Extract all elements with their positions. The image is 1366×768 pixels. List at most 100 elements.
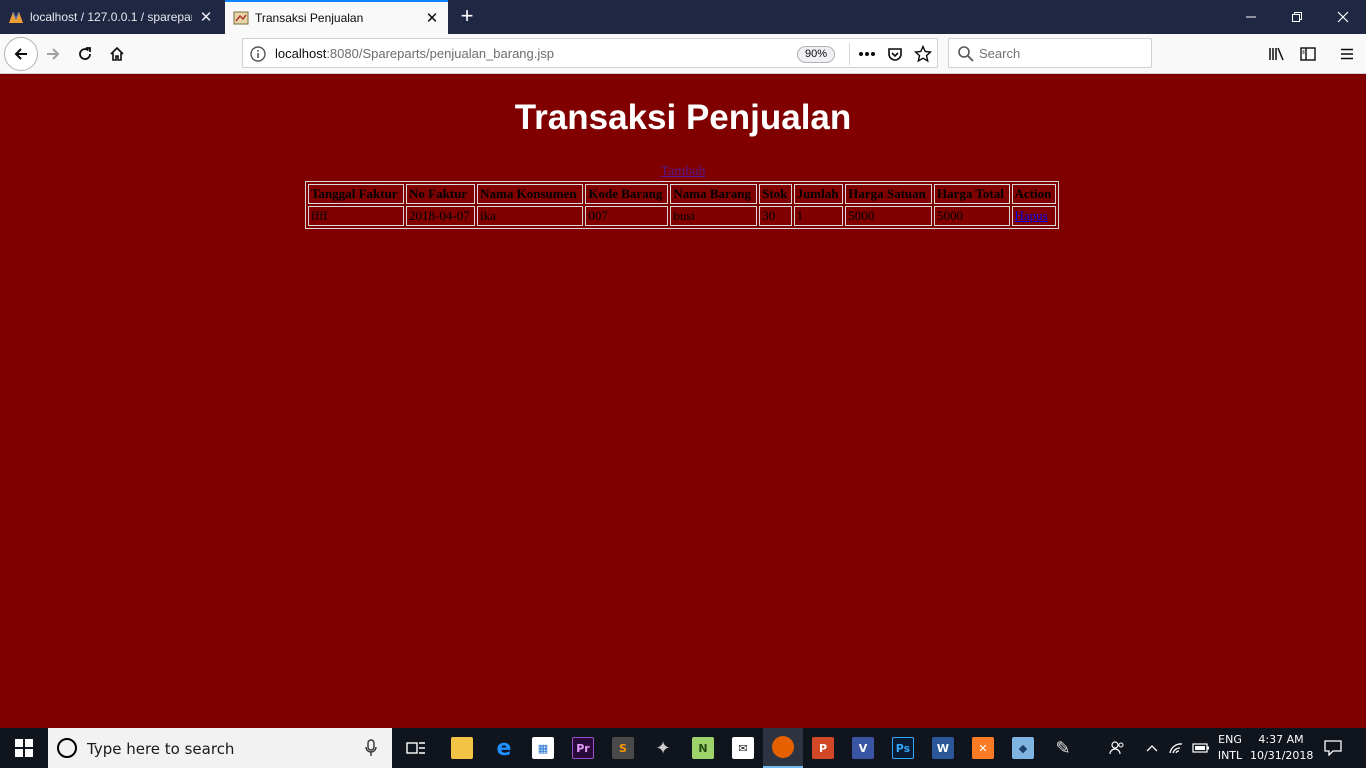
- home-button[interactable]: [102, 39, 132, 69]
- hamburger-menu-icon: [1341, 48, 1353, 60]
- tab-close-icon[interactable]: ✕: [424, 10, 440, 26]
- library-icon: [1269, 47, 1284, 61]
- header-kode-barang: Kode Barang: [585, 184, 669, 204]
- delete-link[interactable]: Hapus: [1015, 208, 1048, 223]
- add-link[interactable]: Tambah: [0, 164, 1366, 180]
- zoom-level-badge[interactable]: 90%: [797, 46, 835, 63]
- tab-phpmyadmin[interactable]: localhost / 127.0.0.1 / spareparts ✕: [0, 0, 222, 34]
- page-title: Transaksi Penjualan: [514, 98, 852, 137]
- language-code: ENG: [1218, 733, 1242, 746]
- xampp-icon[interactable]: ✕: [963, 728, 1003, 768]
- cell-harga-satuan: 5000: [845, 206, 932, 226]
- bookmark-star-icon[interactable]: [913, 44, 933, 64]
- header-stok: Stok: [759, 184, 792, 204]
- restore-icon[interactable]: [1274, 0, 1320, 34]
- paint-icon[interactable]: ✎: [1043, 728, 1083, 768]
- bird-app-icon[interactable]: ✦: [643, 728, 683, 768]
- page-content: Transaksi Penjualan Tambah Tanggal Faktu…: [0, 74, 1366, 728]
- tab-close-icon[interactable]: ✕: [198, 9, 214, 25]
- people-icon[interactable]: [1104, 728, 1130, 768]
- cell-tanggal-faktur: ffff: [308, 206, 404, 226]
- tab-title: localhost / 127.0.0.1 / spareparts: [30, 10, 192, 24]
- address-bar[interactable]: localhost:8080/Spareparts/penjualan_bara…: [242, 38, 938, 68]
- windows-taskbar: Type here to search e ▦ Pr S ✦ N ✉ P V P…: [0, 728, 1366, 768]
- cell-stok: 30: [759, 206, 792, 226]
- cell-harga-total: 5000: [933, 206, 1010, 226]
- header-harga-total: Harga Total: [933, 184, 1010, 204]
- sublime-icon[interactable]: S: [603, 728, 643, 768]
- header-action: Action: [1011, 184, 1056, 204]
- notepad-plus-icon[interactable]: N: [683, 728, 723, 768]
- browser-titlebar: localhost / 127.0.0.1 / spareparts ✕ Tra…: [0, 0, 1366, 34]
- sidebar-icon: [1300, 47, 1316, 61]
- clock-date: 10/31/2018: [1250, 749, 1314, 762]
- library-button[interactable]: [1262, 39, 1292, 69]
- phpmyadmin-icon: [8, 9, 24, 25]
- photoshop-icon[interactable]: Ps: [883, 728, 923, 768]
- tab-title: Transaksi Penjualan: [255, 11, 364, 25]
- sidebar-button[interactable]: [1293, 39, 1323, 69]
- search-bar[interactable]: [948, 38, 1152, 68]
- task-view-icon[interactable]: [396, 728, 436, 768]
- url-host: localhost: [275, 46, 327, 61]
- keyboard-layout: INTL: [1217, 749, 1243, 762]
- cell-jumlah: 1: [793, 206, 844, 226]
- input-language[interactable]: ENG INTL: [1212, 732, 1248, 764]
- edge-icon[interactable]: e: [484, 728, 524, 768]
- header-nama-konsumen: Nama Konsumen: [477, 184, 584, 204]
- forward-button[interactable]: [38, 39, 68, 69]
- start-button[interactable]: [0, 728, 48, 768]
- search-input[interactable]: [979, 43, 1147, 63]
- system-clock[interactable]: 4:37 AM 10/31/2018: [1250, 732, 1314, 764]
- sales-table: Tanggal Faktur No Faktur Nama Konsumen K…: [305, 181, 1059, 229]
- action-center-icon[interactable]: [1320, 728, 1346, 768]
- header-no-faktur: No Faktur: [406, 184, 476, 204]
- file-explorer-icon[interactable]: [442, 728, 482, 768]
- cell-nama-barang: busi: [670, 206, 758, 226]
- info-icon[interactable]: [249, 45, 267, 63]
- close-window-icon[interactable]: [1320, 0, 1366, 34]
- reload-icon: [79, 47, 91, 60]
- header-tanggal-faktur: Tanggal Faktur: [308, 184, 404, 204]
- menu-button[interactable]: [1332, 39, 1362, 69]
- virtualbox-icon[interactable]: ◆: [1003, 728, 1043, 768]
- cell-kode-barang: 007: [585, 206, 669, 226]
- microphone-icon[interactable]: [364, 739, 378, 757]
- page-favicon-icon: [233, 10, 249, 26]
- mail-icon[interactable]: ✉: [723, 728, 763, 768]
- page-actions-icon[interactable]: [857, 44, 877, 64]
- url-separator: [849, 43, 850, 65]
- search-icon: [957, 45, 975, 63]
- firefox-icon[interactable]: [763, 728, 803, 768]
- word-icon[interactable]: W: [923, 728, 963, 768]
- windows-logo-icon: [15, 739, 33, 757]
- store-icon[interactable]: ▦: [523, 728, 563, 768]
- cortana-icon: [57, 738, 77, 758]
- header-jumlah: Jumlah: [793, 184, 844, 204]
- taskbar-search-box[interactable]: Type here to search: [48, 728, 392, 768]
- back-arrow-icon: [14, 48, 27, 60]
- table-row: ffff 2018-04-07 ika 007 busi 30 1 5000 5…: [308, 206, 1056, 226]
- minimize-icon[interactable]: [1228, 0, 1274, 34]
- visio-icon[interactable]: V: [843, 728, 883, 768]
- cell-no-faktur: 2018-04-07: [406, 206, 476, 226]
- cell-nama-konsumen: ika: [477, 206, 584, 226]
- battery-icon[interactable]: [1190, 728, 1212, 768]
- navigation-toolbar: localhost:8080/Spareparts/penjualan_bara…: [0, 34, 1366, 74]
- pocket-icon[interactable]: [885, 44, 905, 64]
- premiere-icon[interactable]: Pr: [563, 728, 603, 768]
- tab-transaksi-penjualan[interactable]: Transaksi Penjualan ✕: [225, 0, 448, 34]
- chevron-up-icon[interactable]: [1142, 728, 1162, 768]
- back-button[interactable]: [4, 37, 38, 71]
- wifi-icon[interactable]: [1166, 728, 1188, 768]
- table-header-row: Tanggal Faktur No Faktur Nama Konsumen K…: [308, 184, 1056, 204]
- cell-action: Hapus: [1011, 206, 1056, 226]
- url-text[interactable]: localhost:8080/Spareparts/penjualan_bara…: [275, 46, 554, 61]
- powerpoint-icon[interactable]: P: [803, 728, 843, 768]
- header-harga-satuan: Harga Satuan: [845, 184, 932, 204]
- taskbar-search-placeholder: Type here to search: [87, 740, 235, 758]
- reload-button[interactable]: [70, 39, 100, 69]
- header-nama-barang: Nama Barang: [670, 184, 758, 204]
- new-tab-icon[interactable]: +: [455, 4, 479, 28]
- forward-arrow-icon: [47, 48, 60, 60]
